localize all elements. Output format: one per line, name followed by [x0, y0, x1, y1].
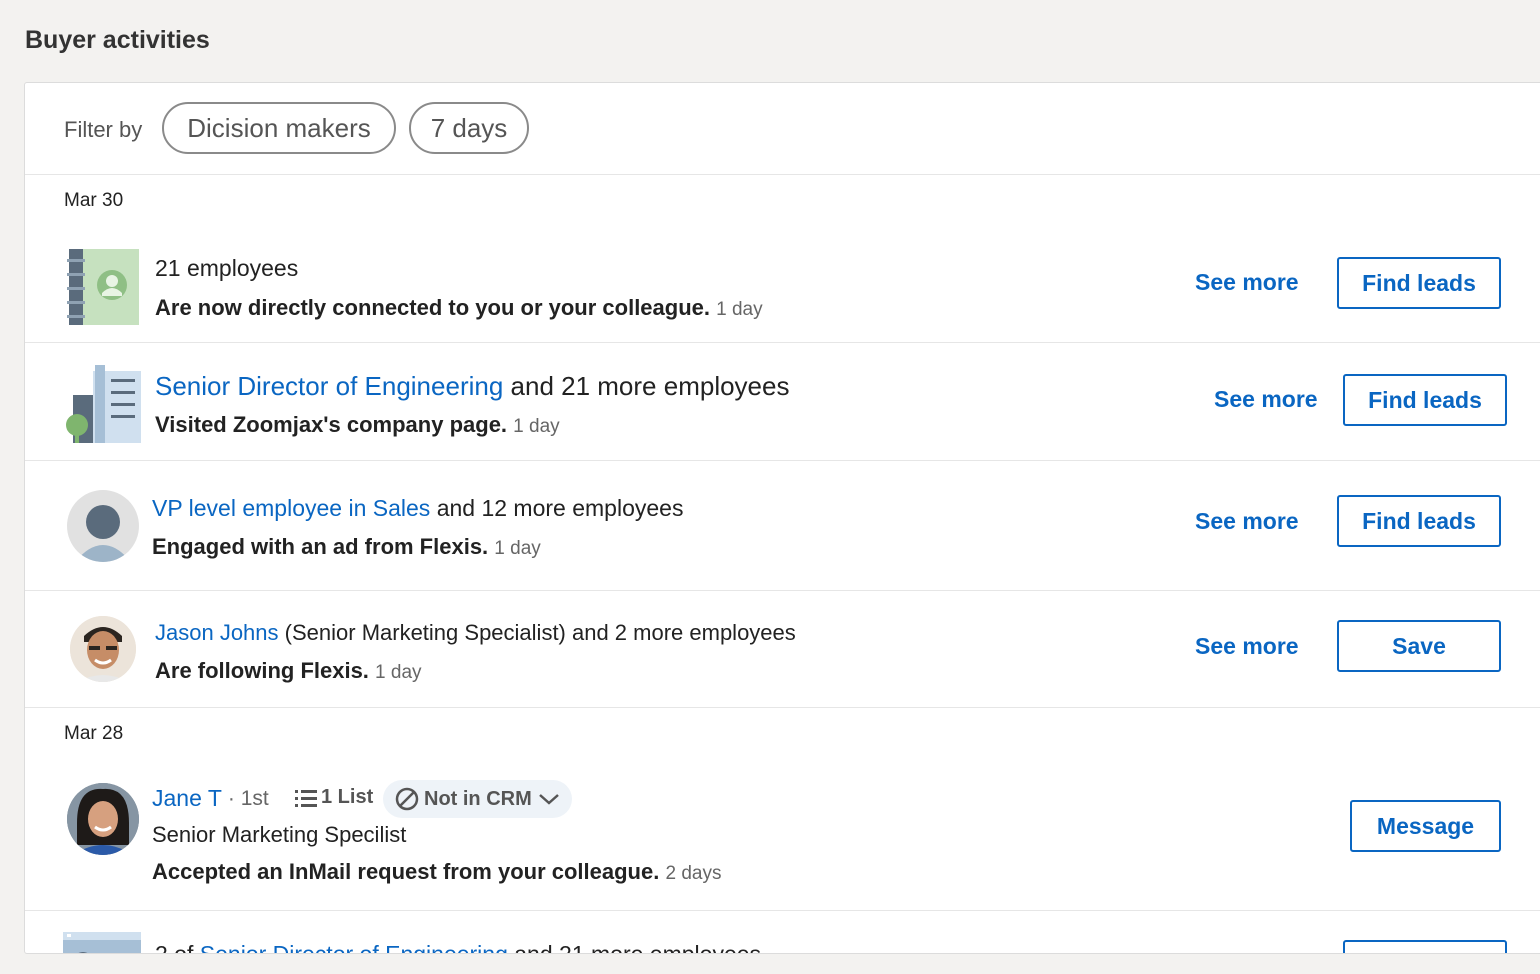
activity-description-text: Are following Flexis.: [155, 658, 369, 683]
contact-book-icon: [67, 249, 141, 332]
find-leads-button[interactable]: Find leads: [1337, 257, 1501, 309]
activity-title: Jason Johns (Senior Marketing Specialist…: [155, 620, 796, 646]
activity-title-rest: and 12 more employees: [436, 495, 684, 521]
activity-description: Engaged with an ad from Flexis. 1 day: [152, 534, 541, 560]
activity-title: 21 employees: [155, 255, 299, 281]
filter-label: Filter by: [64, 117, 143, 142]
activity-time: 1 day: [494, 538, 541, 559]
connection-degree: · 1st: [227, 786, 269, 810]
activity-title: Senior Director of Engineering and 21 mo…: [155, 371, 789, 402]
activity-title-rest: and 21 more employees: [514, 941, 762, 954]
activity-description-text: Engaged with an ad from Flexis.: [152, 534, 489, 559]
company-building-icon: [65, 365, 141, 450]
save-button[interactable]: Save: [1337, 620, 1501, 672]
action-button[interactable]: [1343, 940, 1507, 953]
activity-title-rest: and 21 more employees: [510, 371, 790, 401]
lead-header: Jane T · 1st: [152, 785, 269, 812]
date-header: Mar 30: [64, 190, 124, 211]
crm-status-label: Not in CRM: [424, 787, 532, 810]
date-header: Mar 28: [64, 723, 124, 744]
activity-time: 1 day: [513, 416, 560, 437]
activity-description: Are now directly connected to you or you…: [155, 295, 763, 321]
job-title-link[interactable]: VP level employee in Sales: [152, 495, 430, 521]
activity-time: 2 days: [665, 863, 722, 884]
filter-pill-decision-makers[interactable]: Dicision makers: [162, 102, 396, 154]
see-more-link[interactable]: See more: [1195, 633, 1299, 660]
activity-row: Jason Johns (Senior Marketing Specialist…: [25, 591, 1540, 708]
job-title-link[interactable]: Senior Director of Engineering: [155, 371, 503, 401]
block-icon: [395, 787, 419, 811]
activity-row: 21 employees Are now directly connected …: [25, 225, 1540, 343]
find-leads-button[interactable]: Find leads: [1343, 374, 1507, 426]
activity-title-rest: (Senior Marketing Specialist) and 2 more…: [284, 620, 796, 645]
buyer-activities-card: Filter by Dicision makers 7 days Mar 30 …: [24, 82, 1540, 954]
activity-row: Senior Director of Engineering and 21 mo…: [25, 343, 1540, 461]
list-chip[interactable]: 1 List: [295, 786, 373, 809]
chevron-down-icon: [538, 794, 559, 805]
person-placeholder-icon: [67, 490, 139, 562]
activity-row: Jane T · 1st 1 List Not in CRM Senior Ma…: [25, 758, 1540, 911]
activity-description: Are following Flexis. 1 day: [155, 658, 422, 684]
crm-status-dropdown[interactable]: Not in CRM: [383, 780, 572, 818]
avatar: [67, 783, 139, 855]
activity-time: 1 day: [375, 662, 422, 683]
see-more-link[interactable]: See more: [1214, 386, 1318, 413]
avatar: [70, 616, 136, 682]
message-button[interactable]: Message: [1350, 800, 1501, 852]
activity-title: 2 of Senior Director of Engineering and …: [155, 941, 762, 954]
filter-bar: Filter by Dicision makers 7 days: [25, 83, 1540, 175]
filter-pill-7-days[interactable]: 7 days: [409, 102, 529, 154]
list-count: 1 List: [321, 786, 374, 808]
activity-description: Accepted an InMail request from your col…: [152, 859, 721, 885]
page-title: Buyer activities: [25, 26, 210, 54]
see-more-link[interactable]: See more: [1195, 508, 1299, 535]
activity-description: Visited Zoomjax's company page. 1 day: [155, 412, 560, 438]
activity-row: 2 of Senior Director of Engineering and …: [25, 911, 1540, 954]
find-leads-button[interactable]: Find leads: [1337, 495, 1501, 547]
activity-title-prefix: 2 of: [155, 941, 194, 954]
activity-description-text: Accepted an InMail request from your col…: [152, 859, 660, 884]
activity-description-text: Visited Zoomjax's company page.: [155, 412, 508, 437]
browser-window-icon: [63, 932, 143, 953]
activity-row: VP level employee in Sales and 12 more e…: [25, 461, 1540, 591]
activity-description-text: Are now directly connected to you or you…: [155, 295, 710, 320]
person-name-link[interactable]: Jason Johns: [155, 620, 279, 645]
see-more-link[interactable]: See more: [1195, 269, 1299, 296]
person-name-link[interactable]: Jane T: [152, 785, 222, 812]
activity-title: VP level employee in Sales and 12 more e…: [152, 495, 683, 522]
list-icon: [295, 789, 317, 807]
lead-job-title: Senior Marketing Specilist: [152, 822, 407, 847]
job-title-link[interactable]: Senior Director of Engineering: [200, 941, 508, 953]
activity-time: 1 day: [716, 299, 763, 320]
